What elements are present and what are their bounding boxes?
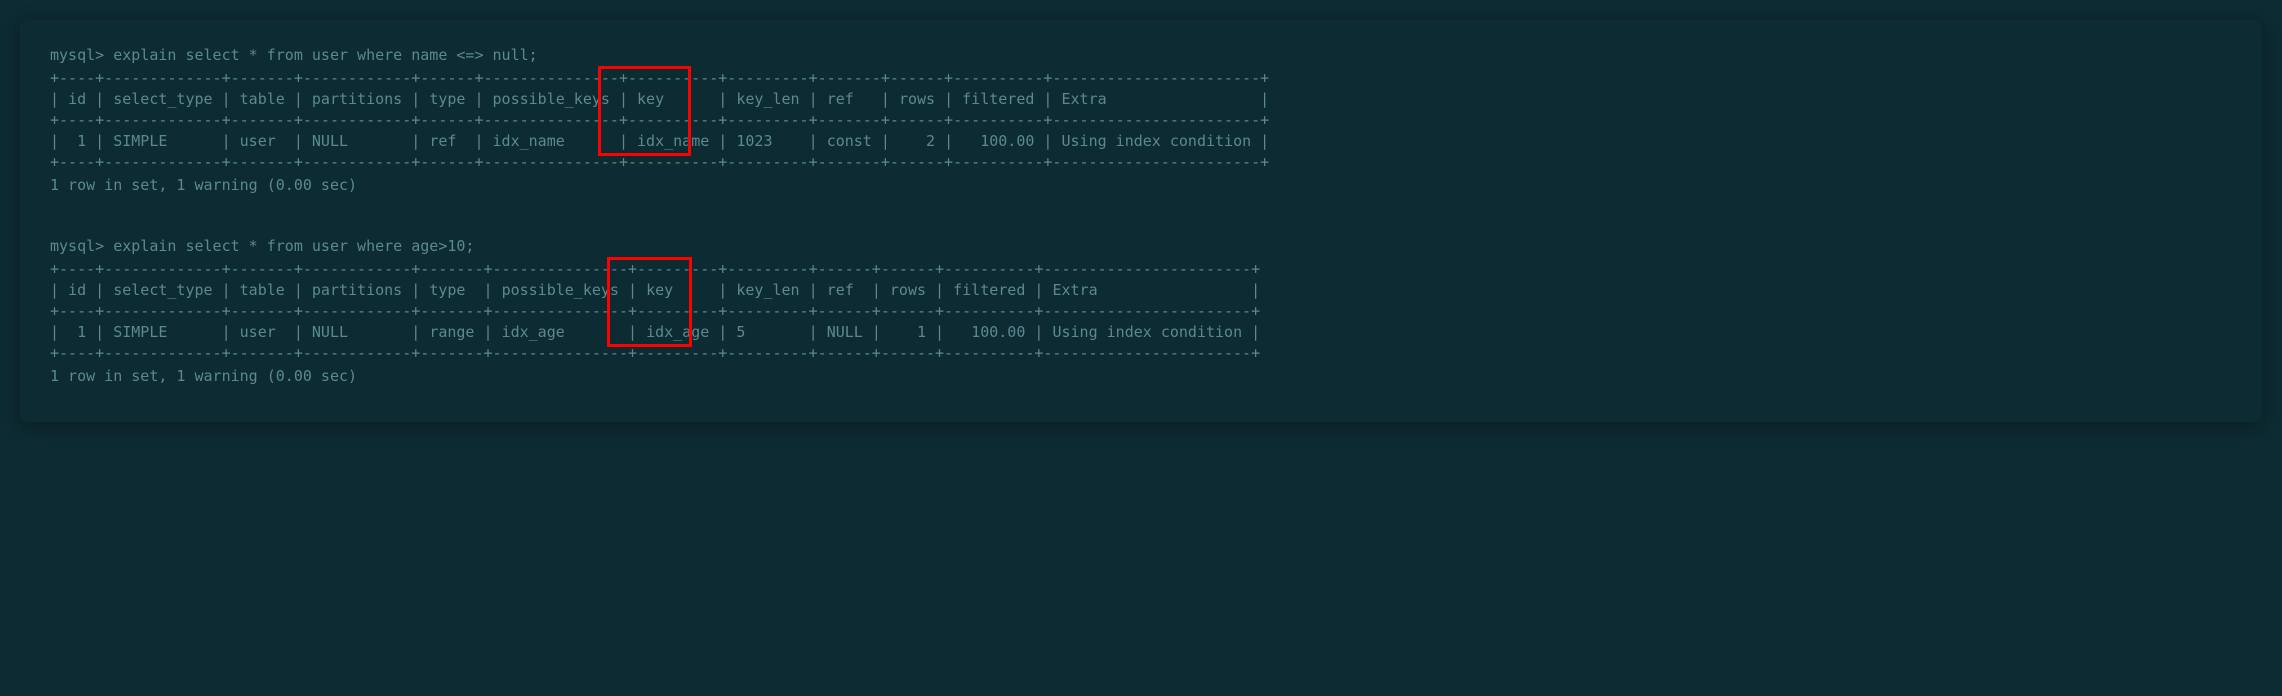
table-border-mid-2: +----+-------------+-------+------------… <box>50 301 2232 322</box>
table-row-2: | 1 | SIMPLE | user | NULL | range | idx… <box>50 322 2232 343</box>
mysql-prompt: mysql> <box>50 46 104 64</box>
table-border-top-2: +----+-------------+-------+------------… <box>50 259 2232 280</box>
result-line-2: 1 row in set, 1 warning (0.00 sec) <box>50 366 2232 387</box>
result-line-1: 1 row in set, 1 warning (0.00 sec) <box>50 175 2232 196</box>
terminal-window: mysql> explain select * from user where … <box>20 20 2262 422</box>
query-block-2: mysql> explain select * from user where … <box>50 236 2232 387</box>
table-border-bot-1: +----+-------------+-------+------------… <box>50 152 2232 173</box>
prompt-line-2: mysql> explain select * from user where … <box>50 236 2232 257</box>
table-header-2: | id | select_type | table | partitions … <box>50 280 2232 301</box>
table-header-1: | id | select_type | table | partitions … <box>50 89 2232 110</box>
prompt-line-1: mysql> explain select * from user where … <box>50 45 2232 66</box>
table-border-bot-2: +----+-------------+-------+------------… <box>50 343 2232 364</box>
query-command-2: explain select * from user where age>10; <box>113 237 474 255</box>
table-row-1: | 1 | SIMPLE | user | NULL | ref | idx_n… <box>50 131 2232 152</box>
table-border-top-1: +----+-------------+-------+------------… <box>50 68 2232 89</box>
spacer <box>50 206 2232 236</box>
query-block-1: mysql> explain select * from user where … <box>50 45 2232 196</box>
table-border-mid-1: +----+-------------+-------+------------… <box>50 110 2232 131</box>
query-command-1: explain select * from user where name <=… <box>113 46 537 64</box>
mysql-prompt: mysql> <box>50 237 104 255</box>
